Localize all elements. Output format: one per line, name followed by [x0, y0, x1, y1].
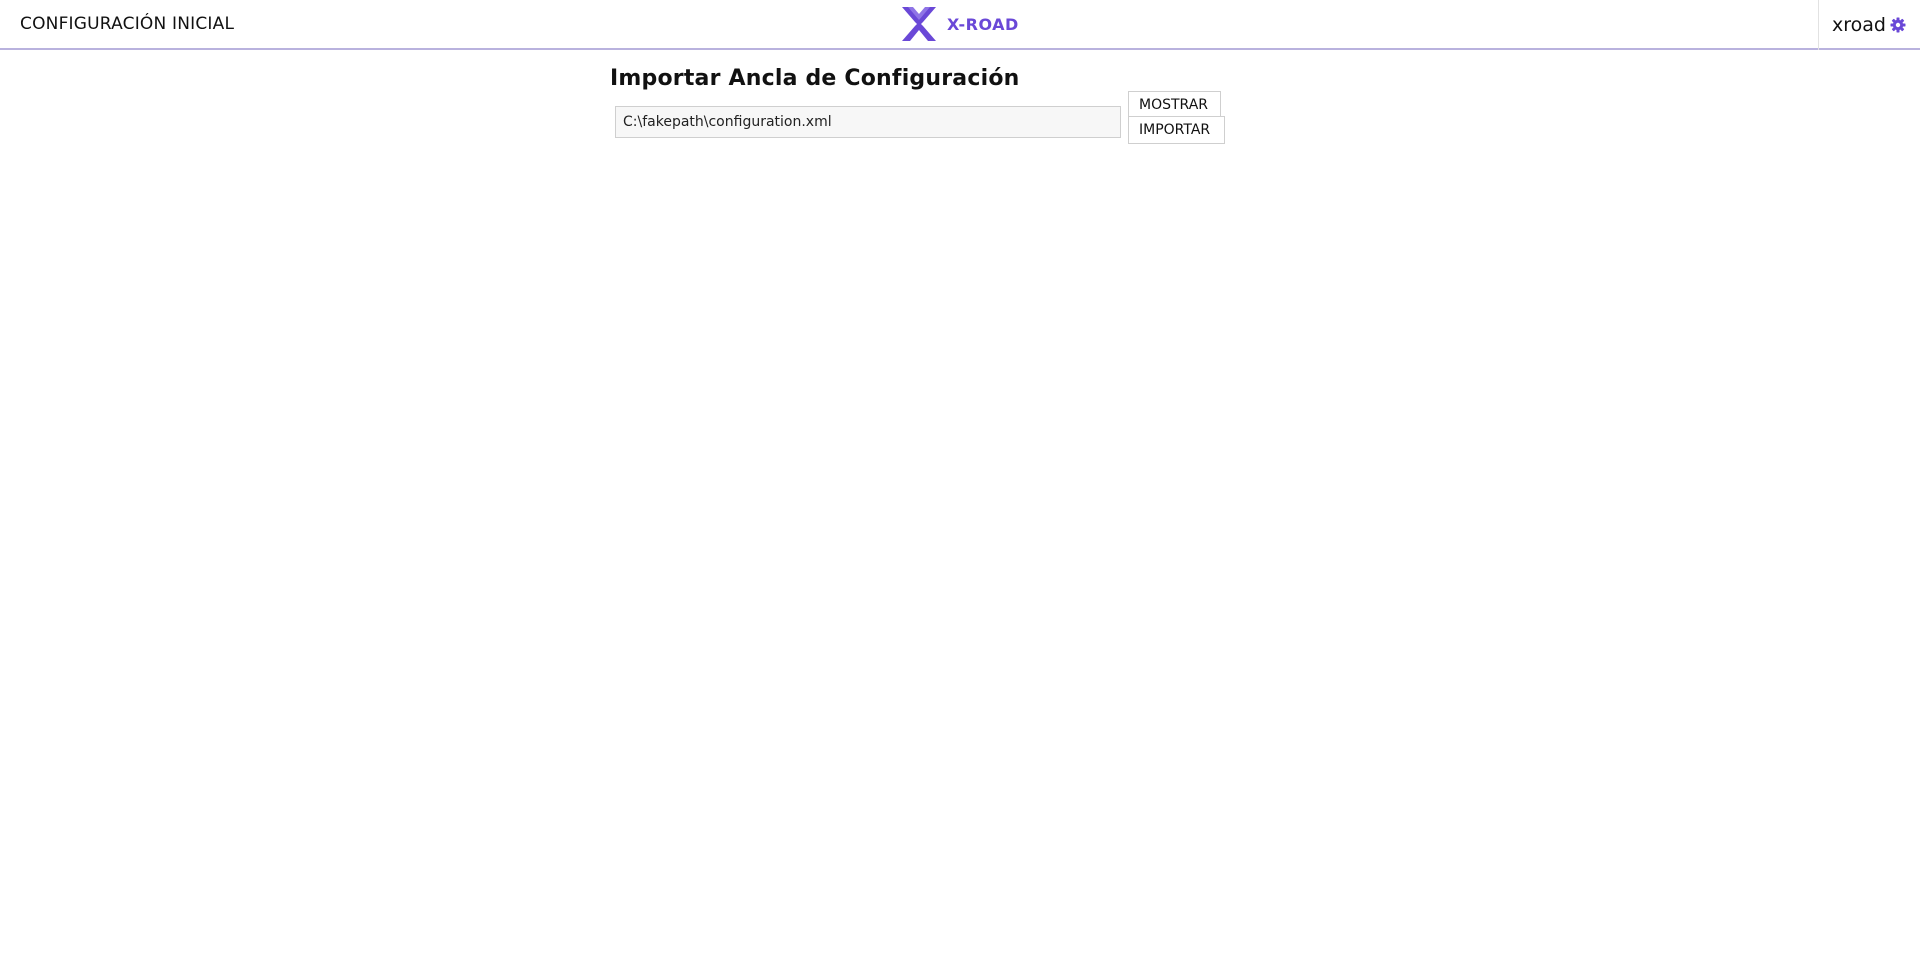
import-anchor-section: Importar Ancla de Configuración MOSTRAR … — [610, 66, 1230, 144]
file-path-input[interactable] — [615, 106, 1121, 138]
username: xroad — [1832, 14, 1886, 36]
top-bar: CONFIGURACIÓN INICIAL X-ROAD xroad — [0, 0, 1920, 50]
gear-icon — [1890, 17, 1906, 33]
x-road-logo-icon — [902, 7, 936, 41]
import-button[interactable]: IMPORTAR — [1128, 116, 1225, 144]
user-menu[interactable]: xroad — [1818, 0, 1920, 50]
section-heading: Importar Ancla de Configuración — [610, 66, 1020, 91]
x-road-logo: X-ROAD — [900, 5, 1019, 43]
logo-text: X-ROAD — [947, 14, 1019, 34]
page-title: CONFIGURACIÓN INICIAL — [20, 14, 235, 34]
show-button[interactable]: MOSTRAR — [1128, 91, 1221, 119]
